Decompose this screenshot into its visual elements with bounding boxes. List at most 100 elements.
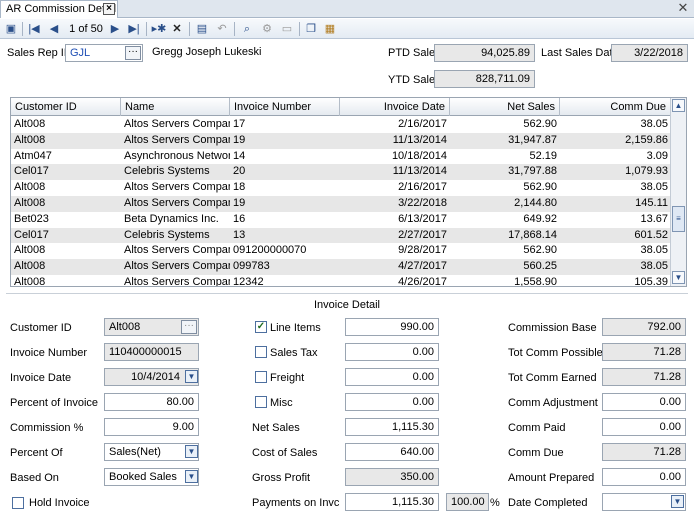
cell-invoice-number: 20 bbox=[233, 165, 246, 178]
col-name[interactable]: Name bbox=[121, 98, 230, 116]
percent-of-dropdown-icon[interactable]: ▼ bbox=[185, 445, 198, 458]
cell-net-sales: 31,947.87 bbox=[508, 133, 557, 146]
sales-tax-input[interactable]: 0.00 bbox=[345, 343, 439, 361]
paste-icon[interactable]: ▦ bbox=[322, 21, 338, 37]
scroll-up-icon[interactable]: ▲ bbox=[672, 99, 685, 112]
copy-icon[interactable]: ❐ bbox=[303, 21, 319, 37]
misc-checkbox[interactable] bbox=[255, 396, 267, 408]
grid-vertical-scrollbar[interactable]: ▲ ≡ ▼ bbox=[670, 98, 686, 286]
cell-name: Beta Dynamics Inc. bbox=[124, 212, 219, 225]
ptd-sales-field: 94,025.89 bbox=[434, 44, 535, 62]
cell-customer-id: Cel017 bbox=[14, 165, 49, 178]
percent-of-invoice-input[interactable]: 80.00 bbox=[104, 393, 199, 411]
cell-invoice-number: 16 bbox=[233, 212, 246, 225]
date-completed-calendar-icon[interactable]: ▼ bbox=[671, 495, 684, 508]
commission-base-field: 792.00 bbox=[602, 318, 686, 336]
cell-customer-id: Alt008 bbox=[14, 260, 46, 273]
freight-input[interactable]: 0.00 bbox=[345, 368, 439, 386]
percent-of-invoice-label: Percent of Invoice bbox=[10, 397, 99, 409]
cell-net-sales: 1,558.90 bbox=[514, 276, 557, 287]
last-sales-date-label: Last Sales Date bbox=[541, 47, 619, 59]
first-record-icon[interactable]: |◀ bbox=[27, 21, 41, 37]
misc-input[interactable]: 0.00 bbox=[345, 393, 439, 411]
new-record-icon[interactable]: ▸✱ bbox=[150, 21, 168, 37]
amount-prepared-input[interactable]: 0.00 bbox=[602, 468, 686, 486]
hold-invoice-checkbox[interactable] bbox=[12, 497, 24, 509]
col-customer-id[interactable]: Customer ID bbox=[11, 98, 121, 116]
table-row[interactable]: Alt008 Altos Servers Company 17 2/16/2017 56… bbox=[11, 117, 671, 133]
attach-icon[interactable]: ⚙ bbox=[259, 21, 275, 37]
comm-adjustment-input[interactable]: 0.00 bbox=[602, 393, 686, 411]
print-preview-icon[interactable]: ⌕ bbox=[239, 21, 255, 37]
cell-invoice-number: 14 bbox=[233, 149, 246, 162]
scroll-thumb[interactable]: ≡ bbox=[672, 206, 685, 232]
cell-net-sales: 52.19 bbox=[529, 149, 557, 162]
delete-icon[interactable]: ✕ bbox=[170, 21, 184, 37]
sales-tax-checkbox[interactable] bbox=[255, 346, 267, 358]
freight-checkbox[interactable] bbox=[255, 371, 267, 383]
table-row[interactable]: Alt008 Altos Servers Company 099783 4/27/20… bbox=[11, 259, 671, 275]
table-row[interactable]: Alt008 Altos Servers Company 18 2/16/2017 56… bbox=[11, 180, 671, 196]
last-record-icon[interactable]: ▶| bbox=[126, 21, 142, 37]
table-row[interactable]: Alt008 Altos Servers Company 091200000070 9… bbox=[11, 243, 671, 259]
previous-record-icon[interactable]: ◀ bbox=[47, 21, 61, 37]
scroll-down-icon[interactable]: ▼ bbox=[672, 271, 685, 284]
ptd-sales-label: PTD Sales bbox=[388, 47, 441, 59]
comm-adjustment-label: Comm Adjustment bbox=[508, 397, 598, 409]
undo-icon[interactable]: ↶ bbox=[214, 21, 230, 37]
table-row[interactable]: Alt008 Altos Servers Company 19 11/13/2014 3… bbox=[11, 132, 671, 149]
col-invoice-number[interactable]: Invoice Number bbox=[230, 98, 340, 116]
grid-header: Customer ID Name Invoice Number Invoice … bbox=[11, 98, 671, 116]
line-items-input[interactable]: 990.00 bbox=[345, 318, 439, 336]
based-on-dropdown-icon[interactable]: ▼ bbox=[185, 470, 198, 483]
cost-of-sales-input[interactable]: 640.00 bbox=[345, 443, 439, 461]
col-net-sales[interactable]: Net Sales bbox=[450, 98, 560, 116]
cell-comm-due: 3.09 bbox=[646, 149, 668, 162]
sales-rep-lookup-button[interactable]: ··· bbox=[125, 46, 141, 60]
cell-customer-id: Bet023 bbox=[14, 212, 49, 225]
tab-ar-commission-detail[interactable]: AR Commission Detail × bbox=[0, 0, 118, 18]
invoice-number-field: 110400000015 bbox=[104, 343, 199, 361]
cell-invoice-number: 12342 bbox=[233, 276, 264, 287]
table-row[interactable]: Cel017 Celebris Systems 13 2/27/2017 17,868.… bbox=[11, 227, 671, 244]
tab-close-icon[interactable]: × bbox=[103, 3, 115, 15]
table-row[interactable]: Alt008 Altos Servers Company 19 3/22/2018 2,… bbox=[11, 196, 671, 212]
cell-invoice-date: 2/16/2017 bbox=[398, 118, 447, 130]
net-sales-input[interactable]: 1,115.30 bbox=[345, 418, 439, 436]
freight-label: Freight bbox=[270, 372, 305, 384]
table-row[interactable]: Cel017 Celebris Systems 20 11/13/2014 31,797… bbox=[11, 164, 671, 181]
invoice-grid[interactable]: Customer ID Name Invoice Number Invoice … bbox=[10, 97, 687, 287]
cell-invoice-number: 19 bbox=[233, 197, 246, 209]
col-comm-due[interactable]: Comm Due bbox=[560, 98, 671, 116]
tab-title: AR Commission Detail bbox=[6, 3, 117, 15]
divider bbox=[6, 293, 688, 294]
cell-comm-due: 38.05 bbox=[640, 260, 668, 273]
report-icon[interactable]: ▤ bbox=[194, 21, 210, 37]
sales-rep-name: Gregg Joseph Lukeski bbox=[152, 46, 262, 58]
sales-tax-label: Sales Tax bbox=[270, 347, 318, 359]
invoice-date-calendar-icon[interactable]: ▼ bbox=[185, 370, 198, 383]
customer-lookup-button[interactable]: ··· bbox=[181, 320, 197, 334]
save-icon[interactable]: ▣ bbox=[3, 21, 19, 37]
cell-invoice-date: 10/18/2014 bbox=[391, 149, 447, 162]
misc-label: Misc bbox=[270, 397, 293, 409]
cell-net-sales: 562.90 bbox=[523, 181, 557, 194]
line-items-checkbox[interactable]: ✓ bbox=[255, 321, 267, 333]
cell-invoice-number: 18 bbox=[233, 181, 246, 194]
payments-on-inv-input[interactable]: 1,115.30 bbox=[345, 493, 439, 511]
table-row[interactable]: Bet023 Beta Dynamics Inc. 16 6/13/2017 649.9… bbox=[11, 212, 671, 228]
cell-invoice-date: 11/13/2014 bbox=[392, 133, 447, 146]
window-close-icon[interactable]: ✕ bbox=[676, 1, 690, 15]
table-row[interactable]: Atm047 Asynchronous Networki...14 10/18/20… bbox=[11, 149, 671, 165]
ytd-sales-label: YTD Sales bbox=[388, 74, 441, 86]
commission-pct-input[interactable]: 9.00 bbox=[104, 418, 199, 436]
cell-net-sales: 31,797.88 bbox=[508, 165, 557, 178]
table-row[interactable]: Alt008 Altos Servers Company 12342 4/26/201… bbox=[11, 275, 671, 287]
comm-paid-input[interactable]: 0.00 bbox=[602, 418, 686, 436]
tot-comm-possible-field: 71.28 bbox=[602, 343, 686, 361]
line-items-label: Line Items bbox=[270, 322, 321, 334]
cell-customer-id: Alt008 bbox=[14, 276, 46, 287]
notes-icon[interactable]: ▭ bbox=[279, 21, 295, 37]
next-record-icon[interactable]: ▶ bbox=[108, 21, 122, 37]
col-invoice-date[interactable]: Invoice Date bbox=[340, 98, 450, 116]
